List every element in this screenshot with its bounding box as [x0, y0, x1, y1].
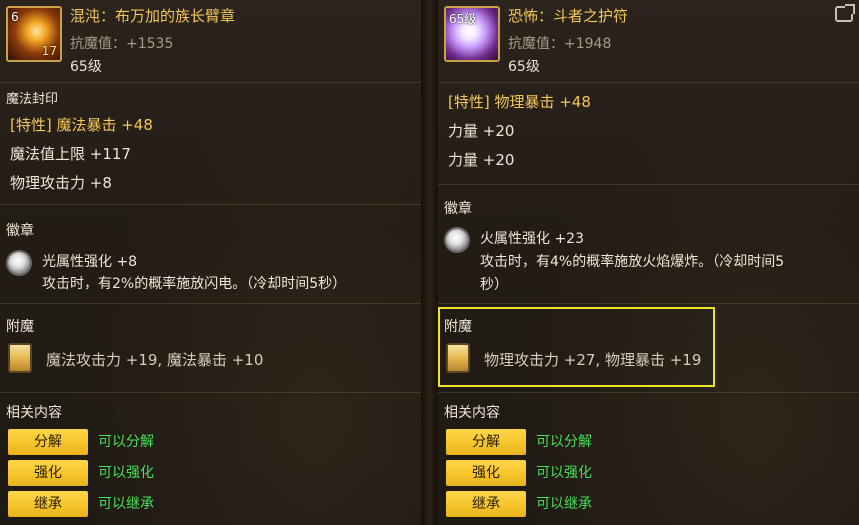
divider	[0, 204, 421, 205]
enchant-card-icon	[446, 343, 470, 373]
seal-stat: 物理攻击力 +8	[10, 174, 112, 192]
item-stat: 力量 +20	[448, 122, 515, 140]
item-icon-level-badge: 65级	[449, 12, 477, 26]
disassemble-button[interactable]: 分解	[8, 429, 88, 455]
emblem-line: 火属性强化 +23	[480, 231, 584, 247]
item-stat: [特性] 物理暴击 +48	[448, 93, 591, 111]
inherit-button[interactable]: 继承	[446, 491, 526, 517]
item-title: 恐怖：斗者之护符	[508, 7, 629, 25]
seal-section-title: 魔法封印	[6, 92, 59, 107]
disassemble-button[interactable]: 分解	[446, 429, 526, 455]
share-icon[interactable]	[835, 4, 855, 22]
reinforce-button[interactable]: 强化	[8, 460, 88, 486]
anti-magic-value: 抗魔值：+1948	[508, 36, 612, 52]
item-icon[interactable]: 6 17	[6, 6, 62, 62]
seal-stat: [特性] 魔法暴击 +48	[10, 116, 153, 134]
related-title: 相关内容	[444, 405, 500, 421]
reinforce-status: 可以强化	[98, 465, 154, 481]
inherit-status: 可以继承	[536, 496, 592, 512]
disassemble-status: 可以分解	[536, 434, 592, 450]
item-level: 65级	[508, 59, 540, 75]
emblem-line: 攻击时，有2%的概率施放闪电。（冷却时间5秒）	[42, 276, 347, 292]
emblem-section-title: 徽章	[444, 201, 472, 217]
divider	[438, 82, 859, 83]
divider	[438, 392, 859, 393]
anti-magic-value: 抗魔值：+1535	[70, 36, 174, 52]
item-header: 65级 恐怖：斗者之护符 抗魔值：+1948 65级	[438, 0, 859, 80]
item-header: 6 17 混沌：布万加的族长臂章 抗魔值：+1535 65级	[0, 0, 421, 80]
item-icon[interactable]: 65级	[444, 6, 500, 62]
item-icon-badge: 6	[11, 10, 19, 24]
enchant-section-title: 附魔	[444, 319, 472, 335]
enchant-stats: 魔法攻击力 +19, 魔法暴击 +10	[46, 351, 264, 369]
item-icon-count: 17	[41, 44, 57, 58]
enchant-section-title: 附魔	[6, 319, 34, 335]
disassemble-status: 可以分解	[98, 434, 154, 450]
emblem-icon	[446, 229, 468, 251]
item-level: 65级	[70, 59, 102, 75]
related-title: 相关内容	[6, 405, 62, 421]
divider	[438, 303, 859, 304]
emblem-section-title: 徽章	[6, 223, 34, 239]
enchant-card-icon	[8, 343, 32, 373]
item-stat: 力量 +20	[448, 151, 515, 169]
inherit-status: 可以继承	[98, 496, 154, 512]
emblem-line: 攻击时，有4%的概率施放火焰爆炸。（冷却时间5	[480, 254, 785, 270]
emblem-line: 秒）	[480, 277, 508, 293]
seal-stat: 魔法值上限 +117	[10, 145, 131, 163]
item-tooltip-right: 65级 恐怖：斗者之护符 抗魔值：+1948 65级 [特性] 物理暴击 +48…	[438, 0, 859, 525]
item-title: 混沌：布万加的族长臂章	[70, 7, 236, 25]
divider	[438, 184, 859, 185]
reinforce-status: 可以强化	[536, 465, 592, 481]
divider	[0, 303, 421, 304]
emblem-line: 光属性强化 +8	[42, 254, 138, 270]
inherit-button[interactable]: 继承	[8, 491, 88, 517]
enchant-stats: 物理攻击力 +27, 物理暴击 +19	[484, 351, 702, 369]
emblem-icon	[8, 252, 30, 274]
divider	[0, 82, 421, 83]
reinforce-button[interactable]: 强化	[446, 460, 526, 486]
divider	[0, 392, 421, 393]
enchant-highlight-box	[438, 307, 715, 387]
panel-divider	[421, 0, 438, 525]
item-tooltip-left: 6 17 混沌：布万加的族长臂章 抗魔值：+1535 65级 魔法封印 [特性]…	[0, 0, 421, 525]
